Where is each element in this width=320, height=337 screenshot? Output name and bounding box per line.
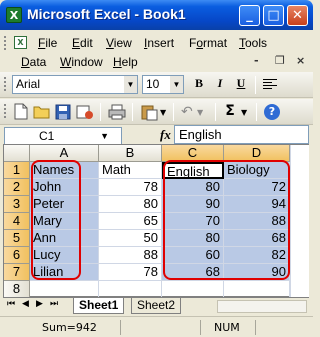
formula-input[interactable]: English bbox=[174, 125, 309, 144]
print-icon[interactable] bbox=[108, 104, 126, 120]
undo-icon[interactable]: ↶ bbox=[181, 104, 195, 120]
menu-window[interactable]: Window bbox=[60, 55, 103, 69]
toolbar-separator bbox=[255, 76, 256, 94]
row-header-5[interactable]: 5 bbox=[4, 230, 30, 247]
vertical-scroll-gutter[interactable] bbox=[290, 145, 309, 297]
title-bar[interactable]: X Microsoft Excel - Book1 _ □ ✕ bbox=[0, 0, 313, 30]
menu-data[interactable]: Data bbox=[21, 55, 46, 69]
cell-d8[interactable] bbox=[224, 281, 290, 298]
cell-b7[interactable]: 78 bbox=[99, 264, 162, 281]
scores-highlight-box bbox=[163, 160, 290, 280]
workbook-icon[interactable]: X bbox=[14, 36, 27, 49]
workbook-close-icon[interactable]: × bbox=[296, 54, 305, 67]
worksheet-grid[interactable]: A B C D 1 2 3 4 5 6 7 8 Names Math Engli… bbox=[3, 144, 309, 298]
chevron-down-icon[interactable]: ▼ bbox=[241, 108, 247, 117]
toolbar-separator bbox=[173, 103, 174, 121]
toolbar-grip[interactable] bbox=[4, 36, 8, 50]
standard-toolbar: ▼ ↶ ▼ Σ ▼ ? bbox=[0, 99, 313, 125]
row-header-8[interactable]: 8 bbox=[4, 281, 30, 298]
toolbar-grip[interactable] bbox=[4, 104, 8, 118]
workbook-restore-icon[interactable]: ❐ bbox=[275, 54, 285, 67]
maximize-button[interactable]: □ bbox=[263, 5, 284, 26]
tab-sheet1[interactable]: Sheet1 bbox=[73, 298, 125, 314]
menu-tools[interactable]: Tools bbox=[239, 36, 267, 50]
row-header-3[interactable]: 3 bbox=[4, 196, 30, 213]
cell-b3[interactable]: 80 bbox=[99, 196, 162, 213]
menu-bar-row-2: Data Window Help - ❐ × bbox=[0, 51, 313, 73]
window-title: Microsoft Excel - Book1 bbox=[27, 6, 186, 22]
new-document-icon[interactable] bbox=[13, 103, 29, 120]
chevron-down-icon[interactable]: ▼ bbox=[100, 128, 109, 145]
status-divider bbox=[255, 320, 256, 335]
excel-app-icon[interactable]: X bbox=[6, 7, 22, 23]
close-button[interactable]: ✕ bbox=[287, 5, 308, 26]
column-header-b[interactable]: B bbox=[99, 145, 162, 162]
menu-help[interactable]: Help bbox=[113, 55, 138, 69]
sheet-tab-bar: ⏮ ◀ ▶ ⏭ Sheet1 Sheet2 bbox=[3, 297, 309, 314]
chevron-down-icon[interactable]: ▼ bbox=[170, 76, 183, 93]
names-highlight-box bbox=[31, 160, 81, 280]
row-header-6[interactable]: 6 bbox=[4, 247, 30, 264]
first-sheet-icon[interactable]: ⏮ bbox=[7, 299, 15, 309]
paste-icon[interactable] bbox=[140, 103, 158, 121]
toolbar-separator bbox=[132, 103, 133, 121]
select-all-button[interactable] bbox=[4, 145, 30, 162]
horizontal-scrollbar[interactable] bbox=[217, 300, 307, 313]
menu-edit[interactable]: Edit bbox=[72, 36, 93, 50]
row-header-4[interactable]: 4 bbox=[4, 213, 30, 230]
status-sum: Sum=942 bbox=[42, 321, 97, 334]
cell-c8[interactable] bbox=[162, 281, 224, 298]
tab-sheet2[interactable]: Sheet2 bbox=[131, 298, 182, 314]
toolbar-separator bbox=[215, 103, 216, 121]
toolbar-separator bbox=[100, 103, 101, 121]
help-icon[interactable]: ? bbox=[264, 104, 280, 120]
save-icon[interactable] bbox=[55, 104, 71, 120]
status-divider bbox=[120, 320, 121, 335]
bold-button[interactable]: B bbox=[190, 76, 208, 94]
workbook-minimize-icon[interactable]: - bbox=[254, 54, 259, 67]
formatting-toolbar: Arial ▼ 10 ▼ B I U bbox=[0, 72, 313, 98]
row-header-1[interactable]: 1 bbox=[4, 162, 30, 179]
status-divider bbox=[200, 320, 201, 335]
cell-b1[interactable]: Math bbox=[99, 162, 162, 179]
cell-b8[interactable] bbox=[99, 281, 162, 298]
chevron-down-icon[interactable]: ▼ bbox=[197, 108, 203, 117]
row-header-7[interactable]: 7 bbox=[4, 264, 30, 281]
next-sheet-icon[interactable]: ▶ bbox=[36, 299, 43, 309]
open-folder-icon[interactable] bbox=[33, 104, 51, 120]
permission-icon[interactable] bbox=[76, 104, 94, 120]
toolbar-separator bbox=[256, 103, 257, 121]
status-bar: Sum=942 NUM bbox=[0, 316, 313, 337]
menu-insert[interactable]: Insert bbox=[144, 36, 174, 50]
menu-view[interactable]: View bbox=[106, 36, 132, 50]
align-left-icon[interactable] bbox=[263, 78, 277, 91]
cell-b5[interactable]: 50 bbox=[99, 230, 162, 247]
last-sheet-icon[interactable]: ⏭ bbox=[50, 299, 58, 309]
font-name-select[interactable]: Arial ▼ bbox=[12, 75, 138, 94]
toolbar-grip[interactable] bbox=[4, 77, 8, 91]
font-size-select[interactable]: 10 ▼ bbox=[142, 75, 184, 94]
chevron-down-icon[interactable]: ▼ bbox=[160, 108, 166, 117]
menu-format[interactable]: Format bbox=[189, 36, 227, 50]
cell-b2[interactable]: 78 bbox=[99, 179, 162, 196]
chevron-down-icon[interactable]: ▼ bbox=[124, 76, 137, 93]
cell-b4[interactable]: 65 bbox=[99, 213, 162, 230]
cell-b6[interactable]: 88 bbox=[99, 247, 162, 264]
cell-a8[interactable] bbox=[30, 281, 99, 298]
row-header-2[interactable]: 2 bbox=[4, 179, 30, 196]
menu-file[interactable]: File bbox=[38, 36, 57, 50]
status-num-lock: NUM bbox=[214, 321, 240, 334]
autosum-button[interactable]: Σ bbox=[221, 103, 239, 121]
insert-function-button[interactable]: fx bbox=[160, 127, 171, 143]
minimize-button[interactable]: _ bbox=[239, 5, 260, 26]
prev-sheet-icon[interactable]: ◀ bbox=[22, 299, 29, 309]
underline-button[interactable]: U bbox=[232, 76, 250, 94]
italic-button[interactable]: I bbox=[211, 76, 229, 94]
